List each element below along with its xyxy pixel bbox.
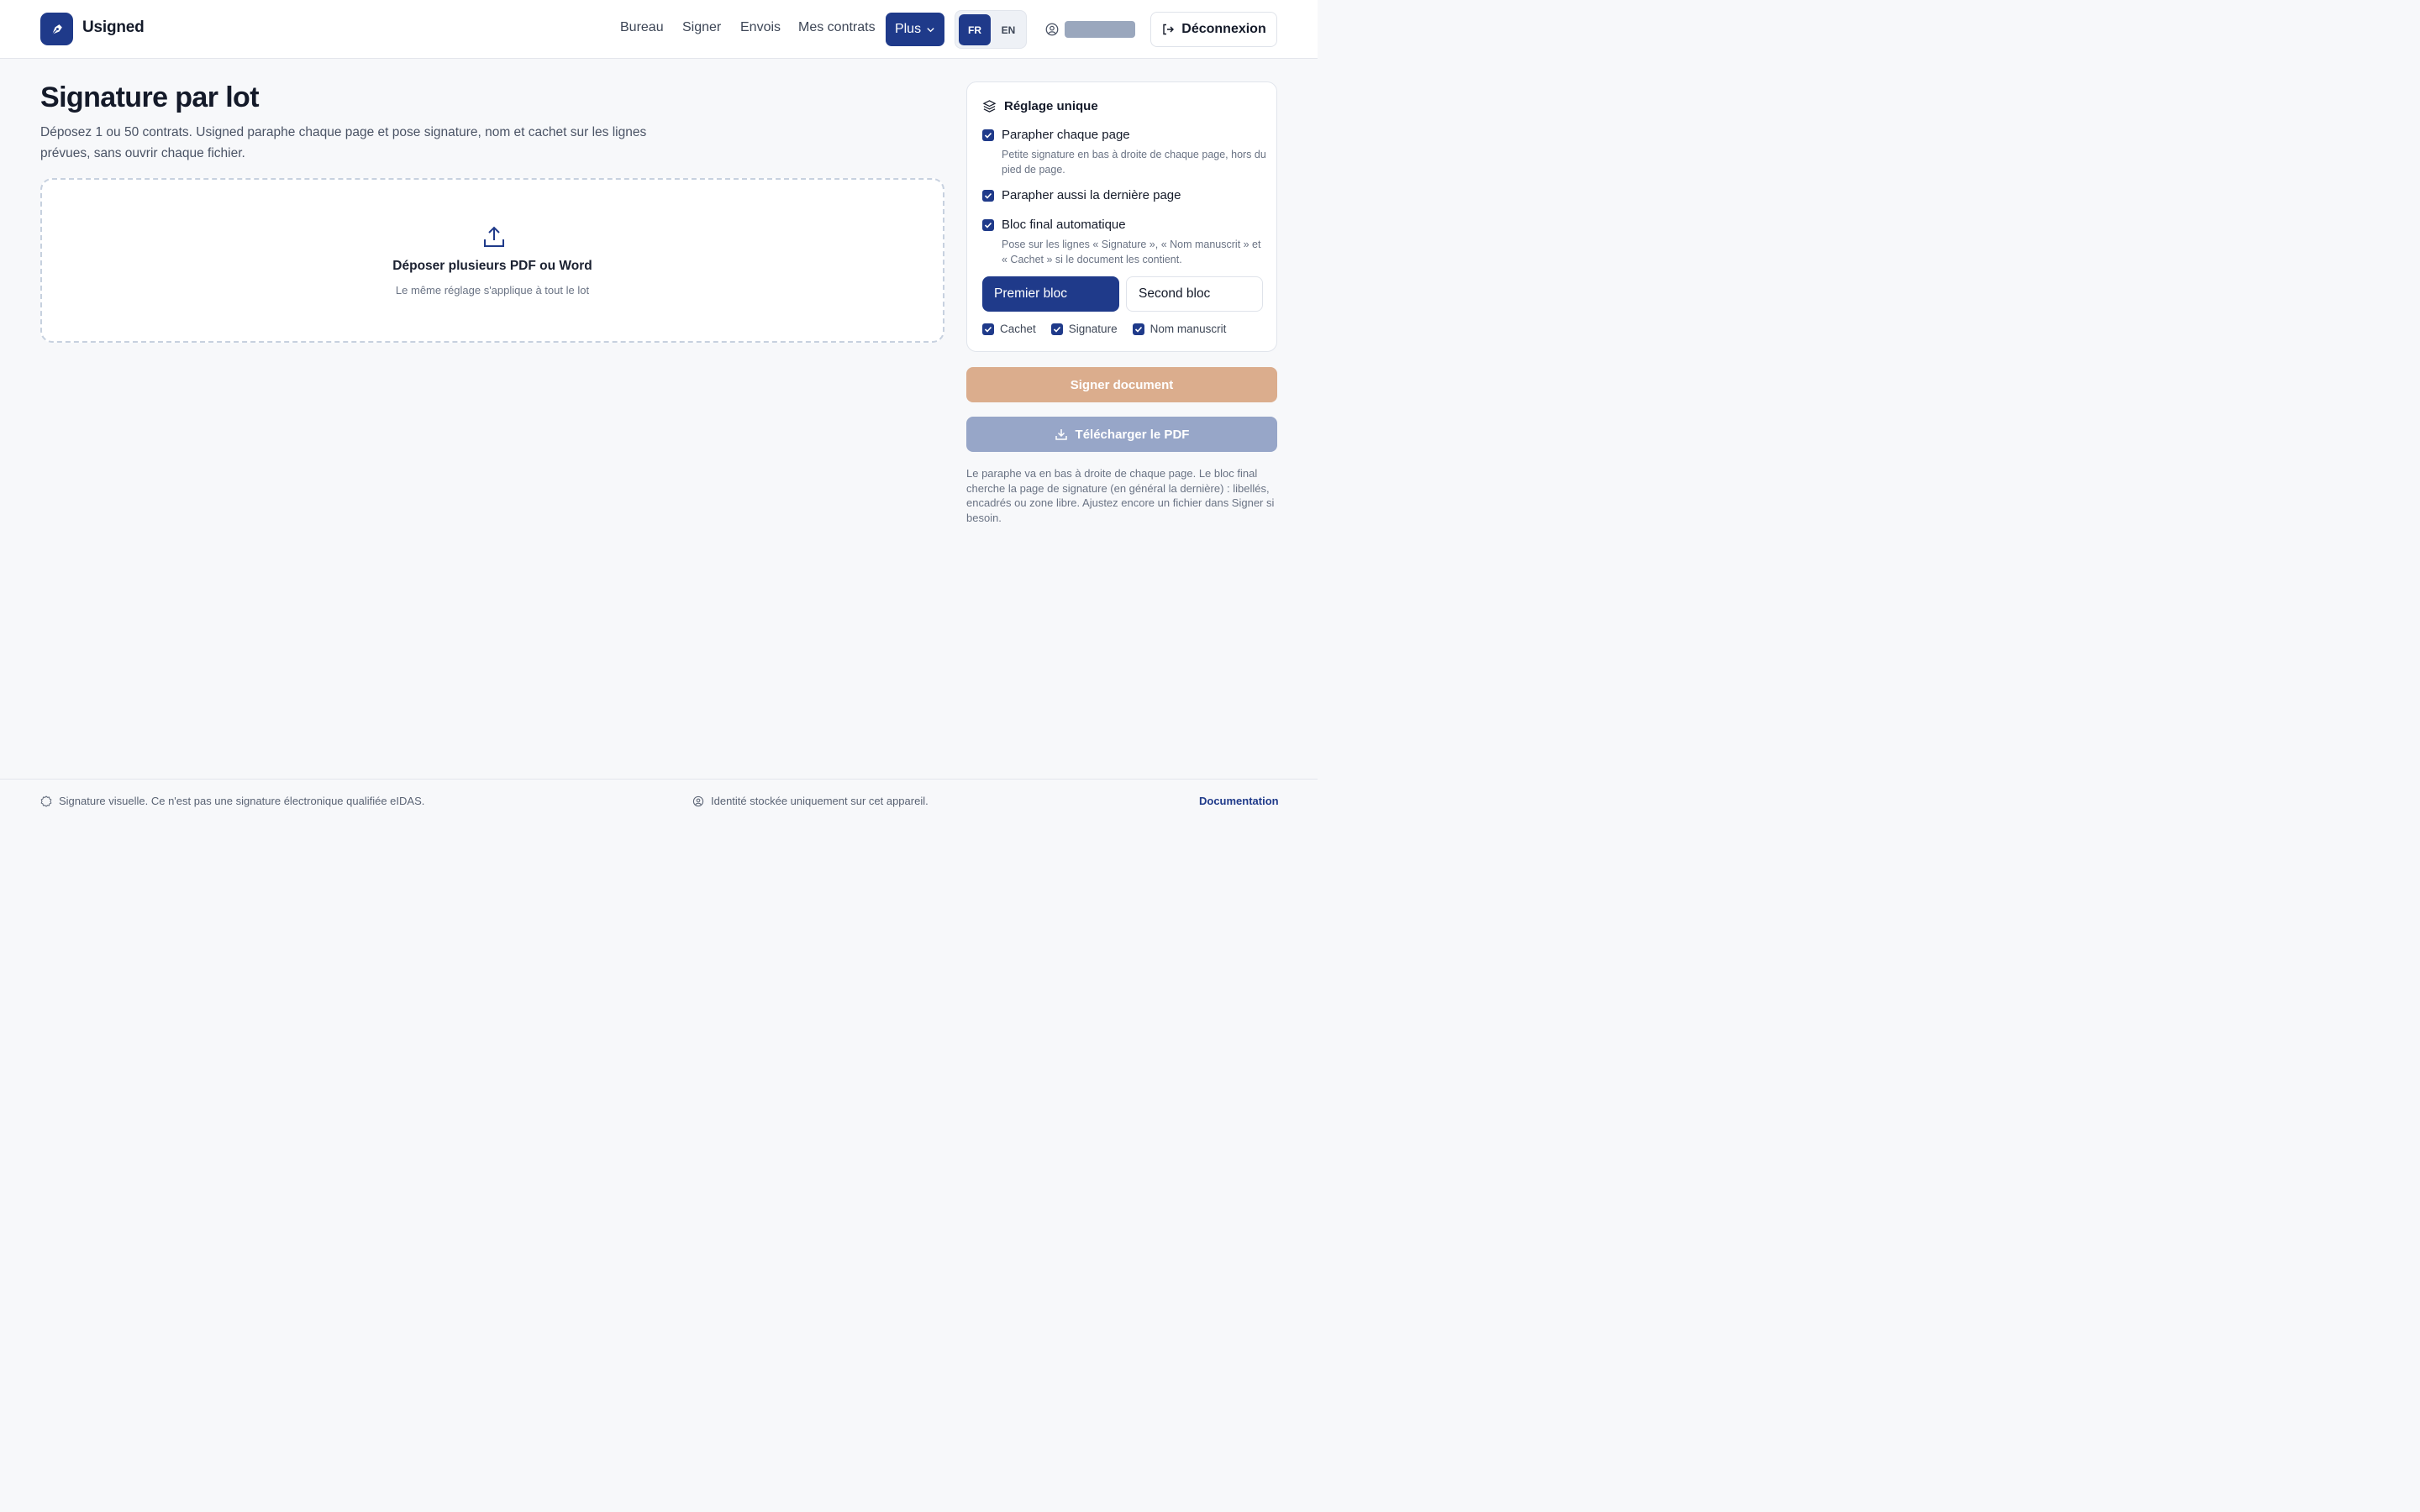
help-note: Le paraphe va en bas à droite de chaque … xyxy=(966,467,1275,524)
element-label: Signature xyxy=(1068,323,1118,335)
lang-en-button[interactable]: EN xyxy=(992,14,1024,45)
initial-each-page-checkbox[interactable] xyxy=(982,129,994,141)
documentation-link[interactable]: Documentation xyxy=(1199,795,1279,807)
user-circle-icon xyxy=(692,795,704,806)
option-initial-last-page: Parapher aussi la dernière page xyxy=(982,188,1268,202)
element-cachet[interactable]: Cachet xyxy=(982,323,1036,335)
layers-icon xyxy=(982,100,997,113)
page-title: Signature par lot xyxy=(40,81,260,113)
initial-last-page-checkbox[interactable] xyxy=(982,190,994,202)
settings-card: Réglage unique Parapher chaque page Peti… xyxy=(966,81,1277,352)
option-help: Petite signature en bas à droite de chaq… xyxy=(1002,149,1266,176)
nav-signer[interactable]: Signer xyxy=(682,20,721,35)
user-circle-icon xyxy=(1045,23,1059,36)
option-initial-each-page: Parapher chaque page Petite signature en… xyxy=(982,128,1268,177)
logo[interactable] xyxy=(40,13,73,45)
element-nom-manuscrit[interactable]: Nom manuscrit xyxy=(1132,323,1227,335)
file-dropzone[interactable]: Déposer plusieurs PDF ou Word Le même ré… xyxy=(40,178,944,343)
element-label: Cachet xyxy=(1000,323,1036,335)
privacy-note: Identité stockée uniquement sur cet appa… xyxy=(692,795,929,807)
option-label: Bloc final automatique xyxy=(1002,218,1126,232)
logout-icon xyxy=(1163,24,1175,35)
settings-title: Réglage unique xyxy=(1004,99,1098,113)
nom-manuscrit-checkbox[interactable] xyxy=(1132,323,1144,335)
language-switcher: FR EN xyxy=(955,10,1027,49)
check-icon xyxy=(1134,326,1142,333)
download-label: Télécharger le PDF xyxy=(1075,427,1190,442)
more-menu-label: Plus xyxy=(894,22,922,36)
footer: Signature visuelle. Ce n'est pas une sig… xyxy=(0,779,1318,823)
pen-nib-icon xyxy=(51,24,62,34)
dropzone-title: Déposer plusieurs PDF ou Word xyxy=(392,259,592,273)
cachet-checkbox[interactable] xyxy=(982,323,994,335)
page-description: Déposez 1 ou 50 contrats. Usigned paraph… xyxy=(40,125,647,160)
check-icon xyxy=(984,132,992,139)
top-bar: Usigned Bureau Signer Envois Mes contrat… xyxy=(0,0,1318,59)
option-label: Parapher aussi la dernière page xyxy=(1002,188,1181,202)
auto-final-block-checkbox[interactable] xyxy=(982,219,994,231)
lang-fr-button[interactable]: FR xyxy=(959,14,991,45)
disclaimer-text: Signature visuelle. Ce n'est pas une sig… xyxy=(59,795,425,807)
eidas-disclaimer: Signature visuelle. Ce n'est pas une sig… xyxy=(40,795,424,807)
download-pdf-button[interactable]: Télécharger le PDF xyxy=(966,417,1277,452)
option-label: Parapher chaque page xyxy=(1002,128,1130,142)
sign-document-button[interactable]: Signer document xyxy=(966,367,1277,402)
check-icon xyxy=(984,192,992,199)
second-block-tab[interactable]: Second bloc xyxy=(1126,276,1263,312)
badge-icon xyxy=(40,795,52,807)
privacy-text: Identité stockée uniquement sur cet appa… xyxy=(711,795,929,807)
nav-bureau[interactable]: Bureau xyxy=(620,20,664,35)
check-icon xyxy=(1053,326,1060,333)
signature-checkbox[interactable] xyxy=(1050,323,1063,335)
first-block-tab[interactable]: Premier bloc xyxy=(982,276,1119,312)
check-icon xyxy=(984,326,992,333)
brand-name: Usigned xyxy=(82,18,145,36)
chevron-down-icon xyxy=(927,27,934,32)
upload-icon xyxy=(484,226,504,247)
dropzone-subtitle: Le même réglage s'applique à tout le lot xyxy=(395,284,590,297)
check-icon xyxy=(984,222,992,228)
block-elements: Cachet Signature Nom manuscrit xyxy=(982,323,1226,335)
logout-button[interactable]: Déconnexion xyxy=(1150,12,1277,47)
nav-mes-contrats[interactable]: Mes contrats xyxy=(798,20,876,35)
option-auto-final-block: Bloc final automatique Pose sur les lign… xyxy=(982,218,1268,267)
user-name-redacted xyxy=(1065,21,1135,38)
element-label: Nom manuscrit xyxy=(1150,323,1227,335)
logout-label: Déconnexion xyxy=(1181,22,1266,36)
element-signature[interactable]: Signature xyxy=(1050,323,1118,335)
download-icon xyxy=(1055,429,1067,440)
settings-card-header: Réglage unique xyxy=(982,99,1098,113)
more-menu-button[interactable]: Plus xyxy=(886,13,944,46)
nav-envois[interactable]: Envois xyxy=(740,20,781,35)
option-help: Pose sur les lignes « Signature », « Nom… xyxy=(1002,239,1261,265)
